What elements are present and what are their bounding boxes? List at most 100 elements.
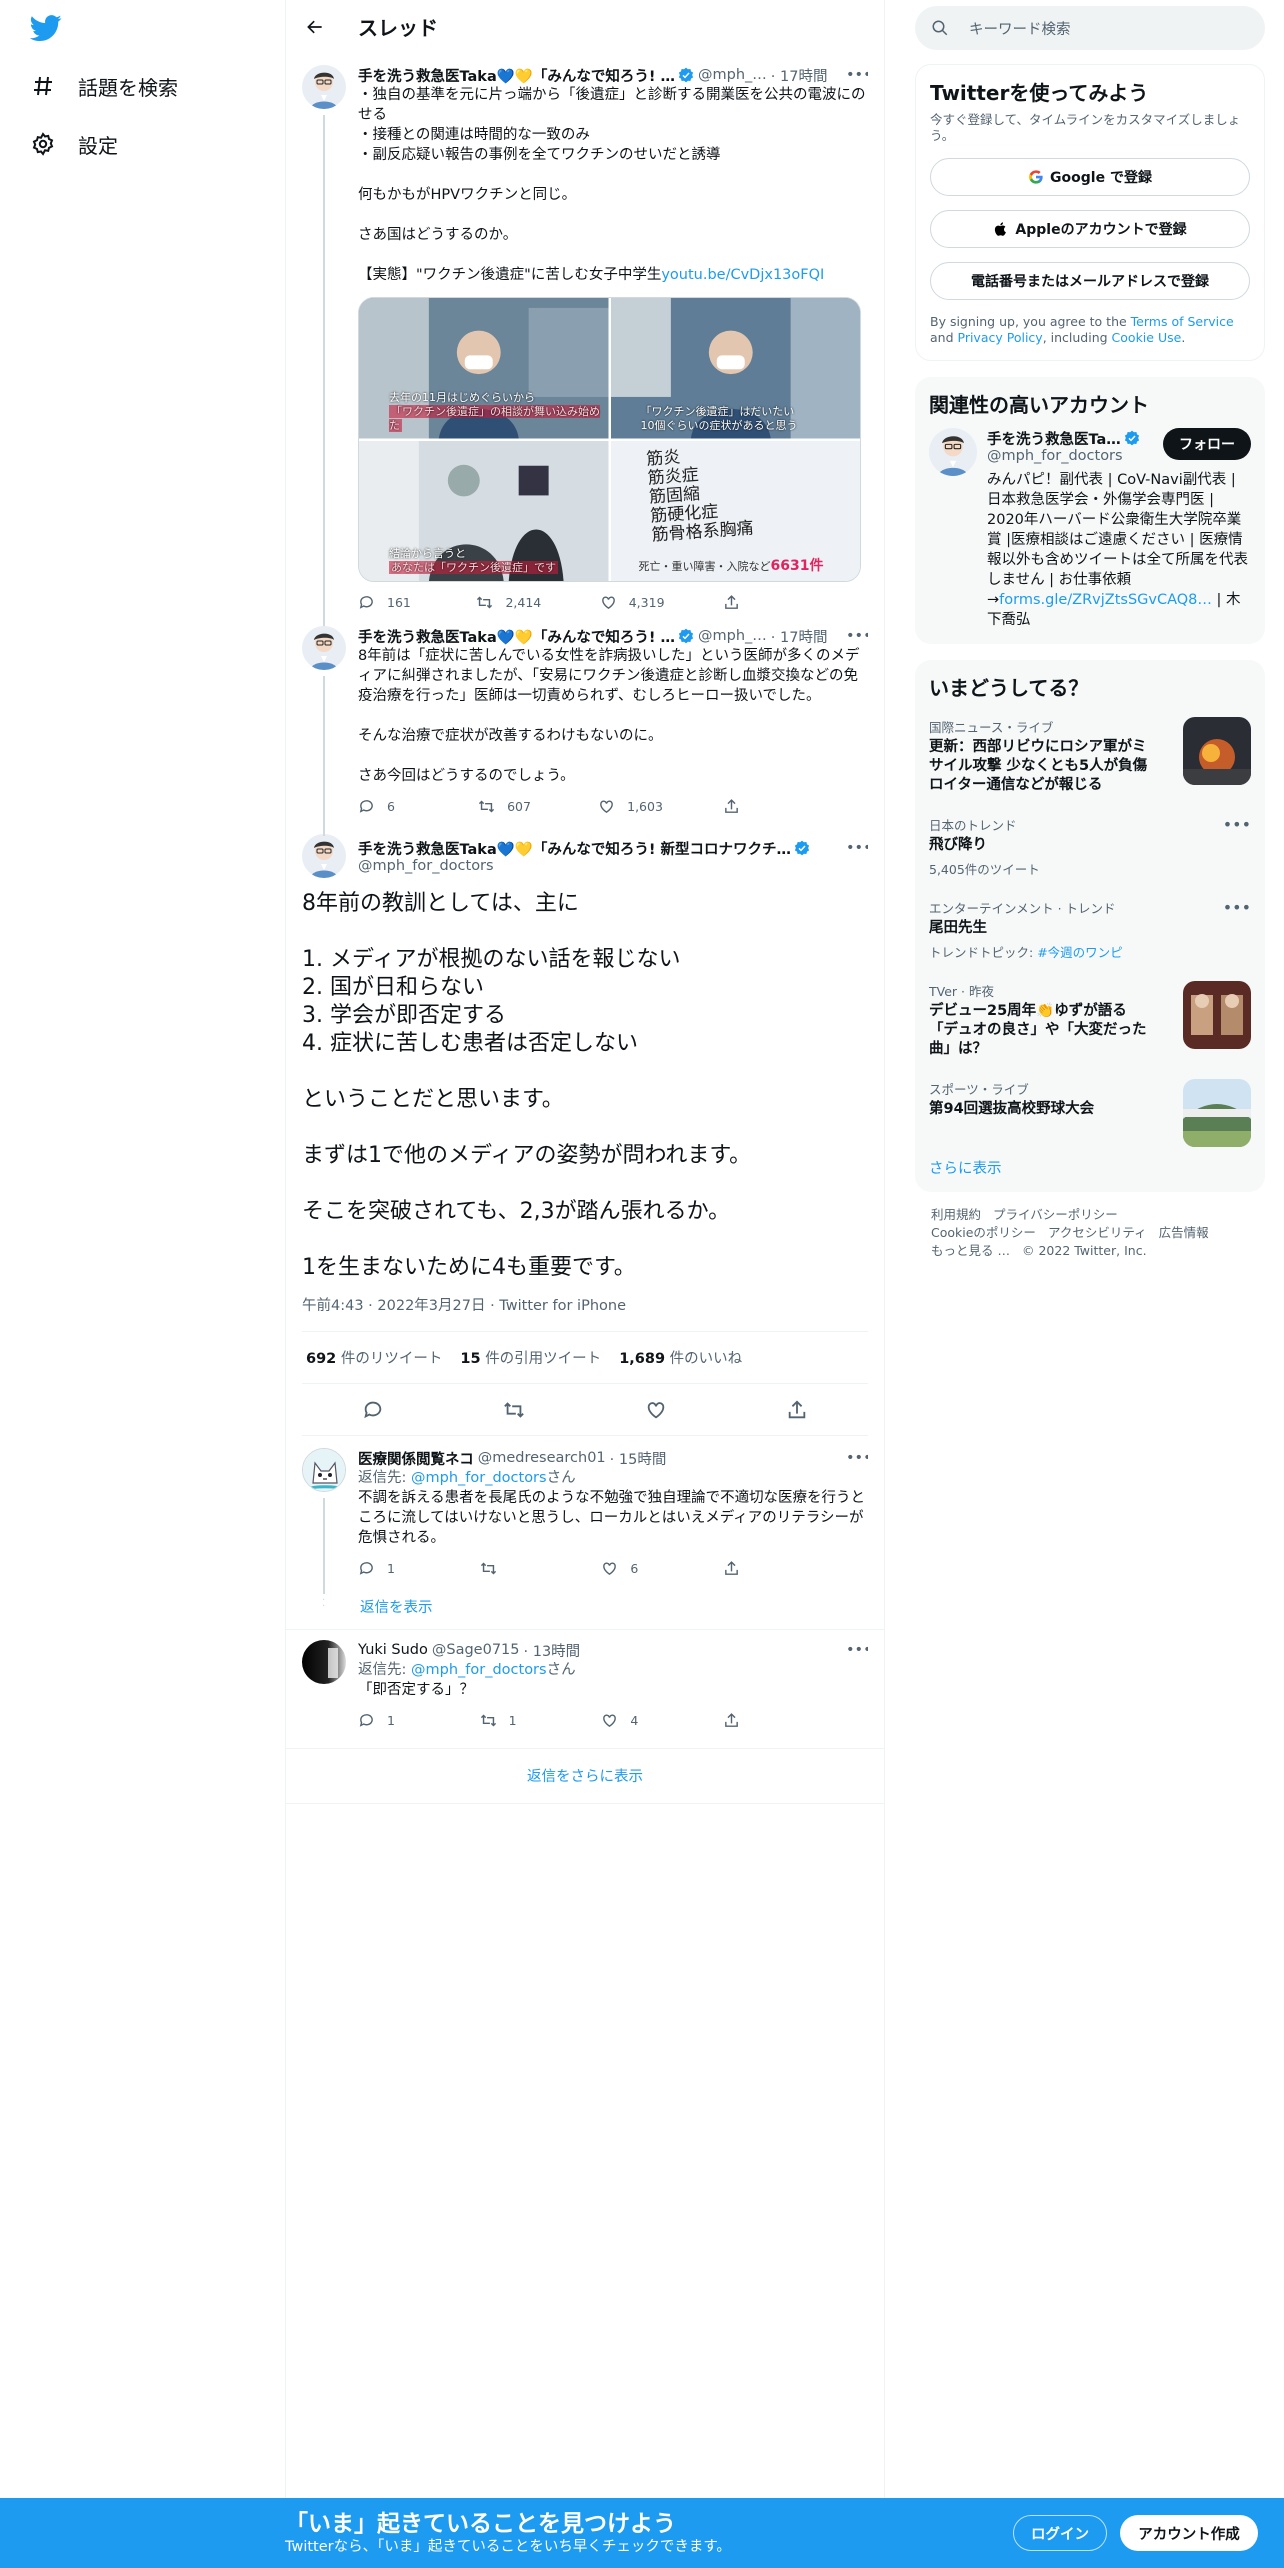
trend-thumbnail [1183,717,1251,785]
footer-link[interactable]: プライバシーポリシー [993,1207,1118,1222]
trend-item[interactable]: エンターテインメント · トレンド 尾田先生 トレンドトピック: #今週のワンピ… [929,888,1251,971]
footer-link[interactable]: もっと見る … [931,1243,1010,1258]
account-handle[interactable]: @mph_for_doctors [987,448,1163,464]
reply-count: 1 [387,1712,395,1728]
author-handle[interactable]: @mph_… [698,67,767,83]
like-button[interactable]: 4,319 [600,594,665,611]
follow-button[interactable]: フォロー [1163,428,1251,460]
retweet-icon[interactable] [503,1399,525,1421]
trend-item[interactable]: 国際ニュース・ライブ 更新：西部リビウにロシア軍がミサイル攻撃 少なくとも5人が… [929,707,1251,805]
cookie-use-link[interactable]: Cookie Use [1112,330,1182,345]
author-handle[interactable]: @medresearch01 [478,1450,606,1466]
share-icon[interactable] [786,1399,808,1421]
nav-explore[interactable]: 話題を検索 [30,60,178,112]
trend-item[interactable]: スポーツ・ライブ 第94回選抜高校野球大会 [929,1069,1251,1149]
phone-email-signup-button[interactable]: 電話番号またはメールアドレスで登録 [930,262,1250,300]
trends-show-more-link[interactable]: さらに表示 [929,1149,1251,1182]
footer-link[interactable]: アクセシビリティ [1048,1225,1147,1240]
footer-link[interactable]: Cookieのポリシー [931,1225,1036,1240]
more-icon[interactable]: ••• [1223,815,1251,834]
media-photo-3[interactable]: 結論から言うと あなたは「ワクチン後遺症」です [359,440,609,581]
tweet-time[interactable]: · 13時間 [524,1640,581,1660]
media-photo-1[interactable]: 去年の11月はじめぐらいから 「ワクチン後遺症」の相談が舞い込み始めた [359,298,609,439]
trend-item[interactable]: TVer · 昨夜 デビュー25周年👏ゆずが語る「デュオの良さ」や「大変だった曲… [929,971,1251,1069]
share-button[interactable] [723,594,783,611]
author-name[interactable]: 手を洗う救急医Taka💙💛「みんなで知ろう! … [358,626,675,646]
account-name[interactable]: 手を洗う救急医Ta… [987,428,1121,448]
more-icon[interactable]: ••• [846,1450,868,1466]
more-icon[interactable]: ••• [846,628,868,644]
author-name[interactable]: 医療関係閲覧ネコ [358,1448,474,1468]
tweet-time[interactable]: · 17時間 [771,626,828,646]
avatar[interactable] [302,1640,346,1684]
replying-to-link[interactable]: @mph_for_doctors [411,1662,547,1678]
twitter-logo-icon[interactable] [29,12,66,48]
more-icon[interactable]: ••• [846,67,868,83]
privacy-policy-link[interactable]: Privacy Policy [958,330,1043,345]
verified-badge-icon [678,67,694,83]
back-arrow-icon[interactable] [302,14,328,40]
tweet-link[interactable]: youtu.be/CvDjx13oFQI [661,267,824,283]
retweet-button[interactable]: 2,414 [476,594,541,611]
account-row[interactable]: 手を洗う救急医Ta… @mph_for_doctors フォロー みんパピ！副代… [929,428,1251,630]
author-handle[interactable]: @mph_… [698,628,767,644]
avatar[interactable] [302,834,346,878]
footer-link[interactable]: 利用規約 [931,1207,981,1222]
reply-button[interactable]: 6 [358,798,418,815]
nav-settings[interactable]: 設定 [30,118,118,170]
login-button[interactable]: ログイン [1013,2515,1107,2551]
share-button[interactable] [723,1560,783,1577]
retweet-button[interactable]: 607 [478,798,538,815]
show-replies-link[interactable]: · · · 返信を表示 [286,1588,884,1629]
more-icon[interactable]: ••• [846,1642,868,1658]
retweet-button[interactable]: 1 [480,1712,540,1729]
retweets-number: 692 [306,1351,337,1367]
search-input[interactable]: キーワード検索 [915,6,1265,50]
media-photo-4[interactable]: 筋炎 筋炎症 筋固縮 筋硬化症 筋骨格系胸痛 死亡・重い障害・入院など6631件 [610,440,860,581]
tweet-timestamp[interactable]: 午前4:43 · 2022年3月27日 · Twitter for iPhone [302,1294,868,1332]
more-icon[interactable]: ••• [846,840,868,856]
apple-signup-button[interactable]: Appleのアカウントで登録 [930,210,1250,248]
tweet[interactable]: 手を洗う救急医Taka💙💛「みんなで知ろう! … @mph_… · 17時間 •… [286,622,884,836]
author-handle[interactable]: @Sage0715 [432,1642,520,1658]
author-name[interactable]: 手を洗う救急医Taka💙💛「みんなで知ろう! 新型コロナワクチ… [358,838,791,858]
avatar[interactable] [302,1448,346,1492]
tweet-time[interactable]: · 15時間 [610,1448,667,1468]
replying-to-link[interactable]: @mph_for_doctors [411,1470,547,1486]
reply-button[interactable]: 161 [358,594,418,611]
more-icon[interactable]: ••• [1223,898,1251,917]
google-signup-button[interactable]: Google で登録 [930,158,1250,196]
avatar[interactable] [929,428,977,476]
bio-link[interactable]: forms.gle/ZRvjZtsSGvCAQ8… [999,592,1212,608]
retweet-button[interactable] [480,1560,540,1577]
share-button[interactable] [723,1712,783,1729]
heart-icon[interactable] [645,1399,667,1421]
footer-link[interactable]: 広告情報 [1159,1225,1209,1240]
like-button[interactable]: 1,603 [598,798,663,815]
likes-stat[interactable]: 1,689 件のいいね [619,1347,742,1368]
signup-button[interactable]: アカウント作成 [1120,2515,1258,2551]
media-photo-2[interactable]: 「ワクチン後遺症」はだいたい 10個ぐらいの症状があると思う [610,298,860,439]
show-more-replies-button[interactable]: 返信をさらに表示 [286,1748,884,1804]
avatar[interactable] [302,65,346,109]
tweet-time[interactable]: · 17時間 [771,65,828,85]
like-button[interactable]: 4 [601,1712,661,1729]
author-name[interactable]: 手を洗う救急医Taka💙💛「みんなで知ろう! … [358,65,675,85]
retweets-stat[interactable]: 692 件のリツイート [306,1347,442,1368]
terms-of-service-link[interactable]: Terms of Service [1131,314,1234,329]
tweet-media-grid[interactable]: 去年の11月はじめぐらいから 「ワクチン後遺症」の相談が舞い込み始めた 「ワクチン… [358,297,861,582]
author-name[interactable]: Yuki Sudo [358,1642,428,1658]
author-handle[interactable]: @mph_for_doctors [358,858,868,874]
reply-tweet[interactable]: Yuki Sudo @Sage0715 · 13時間 ••• 返信先: @mph… [286,1630,884,1740]
quotes-stat[interactable]: 15 件の引用ツイート [460,1347,601,1368]
share-button[interactable] [723,798,783,815]
reply-button[interactable]: 1 [358,1712,418,1729]
tweet[interactable]: 手を洗う救急医Taka💙💛「みんなで知ろう! … @mph_… · 17時間 •… [286,53,884,632]
reply-button[interactable]: 1 [358,1560,418,1577]
trend-item[interactable]: 日本のトレンド 飛び降り 5,405件のツイート ••• [929,805,1251,888]
reply-tweet[interactable]: 医療関係閲覧ネコ @medresearch01 · 15時間 ••• 返信先: … [286,1436,884,1594]
avatar[interactable] [302,626,346,670]
like-button[interactable]: 6 [601,1560,661,1577]
trend-hashtag-link[interactable]: #今週のワンピ [1037,945,1122,960]
reply-icon[interactable] [362,1399,384,1421]
